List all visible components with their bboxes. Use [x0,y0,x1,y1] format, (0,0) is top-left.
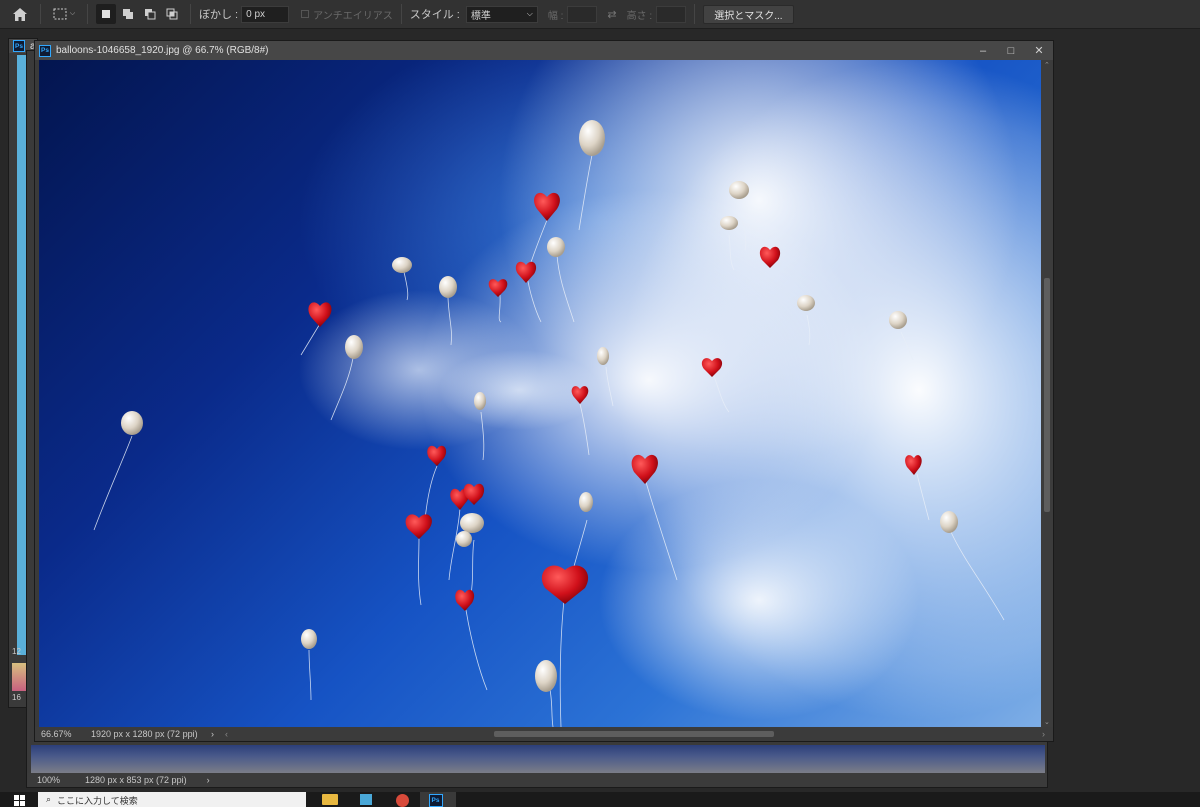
scroll-right-icon[interactable]: › [1042,729,1045,739]
chevron-down-icon: ⌵ [69,10,76,17]
background-status-bar: 100% 1280 px x 853 px (72 ppi) › [27,773,1047,787]
feather-input[interactable]: 0 px [241,5,290,23]
scroll-up-icon[interactable]: ⌃ [1044,61,1050,69]
chevron-down-icon: ⌵ [526,9,533,18]
document-title: balloons-1046658_1920.jpg @ 66.7% (RGB/8… [56,45,269,56]
intersect-selection-icon [166,8,178,20]
search-icon: ⌕ [46,794,52,804]
document-window: Ps balloons-1046658_1920.jpg @ 66.7% (RG… [34,40,1054,742]
add-selection-icon [123,9,133,19]
marquee-tool-preset[interactable]: ⌵ [49,0,79,29]
horizontal-scrollbar[interactable] [234,729,1036,739]
vertical-scrollbar[interactable]: ⌃ ⌄ [1041,60,1053,727]
browser-icon [395,794,409,807]
document-title-bar[interactable]: Ps balloons-1046658_1920.jpg @ 66.7% (RG… [35,41,1053,60]
background-zoom[interactable]: 100% [37,775,85,785]
document-dimensions: 1920 px x 1280 px (72 ppi) [91,729,198,739]
background-photo-strip [31,745,1045,773]
vertical-scroll-thumb[interactable] [1044,278,1050,512]
subtract-selection-icon [145,9,156,20]
scroll-left-icon[interactable]: ‹ [225,729,228,739]
new-selection-button[interactable] [96,4,116,24]
zoom-level[interactable]: 66.67% [41,729,91,739]
balloons-overlay [93,120,1005,727]
photoshop-icon: Ps [428,794,443,807]
taskbar-search-input[interactable]: ⌕ ここに入力して検索 [38,792,306,807]
home-button[interactable] [0,0,40,29]
width-input[interactable] [567,5,598,23]
app-icon [360,794,372,805]
document-status-bar: 66.67% 1920 px x 1280 px (72 ppi) › ‹ › [35,727,1053,741]
options-bar: ⌵ ぼかし : 0 px アンチエイリアス スタイル : 標準 ⌵ 幅 : ⇄ … [0,0,1200,29]
taskbar-file-explorer[interactable] [312,792,348,807]
swap-icon[interactable]: ⇄ [607,8,616,21]
style-label: スタイル : [409,9,460,21]
home-icon [13,7,27,21]
height-label: 高さ : [626,10,653,22]
antialias-checkbox[interactable] [301,10,310,18]
close-button[interactable]: ✕ [1025,44,1053,57]
feather-label: ぼかし : [199,9,239,21]
intersect-selection-button[interactable] [162,4,182,24]
photoshop-icon: Ps [13,40,25,52]
folder-icon [322,794,338,805]
taskbar-app-2[interactable] [348,792,384,807]
status-expand-icon[interactable]: › [207,775,210,785]
subtract-selection-button[interactable] [140,4,160,24]
add-selection-button[interactable] [118,4,138,24]
minimize-button[interactable]: – [969,45,997,57]
height-input[interactable] [656,5,687,23]
scroll-down-icon[interactable]: ⌄ [1044,718,1050,726]
background-zoom-1: 12 [12,647,21,656]
status-expand-icon[interactable]: › [211,729,225,739]
background-dimensions: 1280 px x 853 px (72 ppi) [85,775,187,785]
select-and-mask-button[interactable]: 選択とマスク... [703,4,794,24]
maximize-button[interactable]: □ [997,45,1025,57]
canvas-image[interactable] [39,60,1041,727]
taskbar-chrome[interactable] [384,792,420,807]
style-select[interactable]: 標準 ⌵ [465,5,538,23]
taskbar-photoshop[interactable]: Ps [420,792,456,807]
rectangular-marquee-icon [53,8,67,20]
horizontal-scroll-thumb[interactable] [494,731,774,737]
new-selection-icon [102,10,110,18]
windows-taskbar: ⌕ ここに入力して検索 Ps [0,792,1200,807]
search-placeholder: ここに入力して検索 [57,796,138,806]
photoshop-icon: Ps [39,44,51,57]
width-label: 幅 : [547,10,564,22]
thumbnail-image [12,663,26,691]
start-button[interactable] [0,792,38,807]
workspace: Ps a 12 16 100% 1280 px x 853 px (72 ppi… [0,30,1200,792]
style-value: 標準 [470,10,491,22]
antialias-label: アンチエイリアス [313,10,393,22]
windows-icon [13,795,25,806]
background-zoom-2: 16 [12,693,21,702]
